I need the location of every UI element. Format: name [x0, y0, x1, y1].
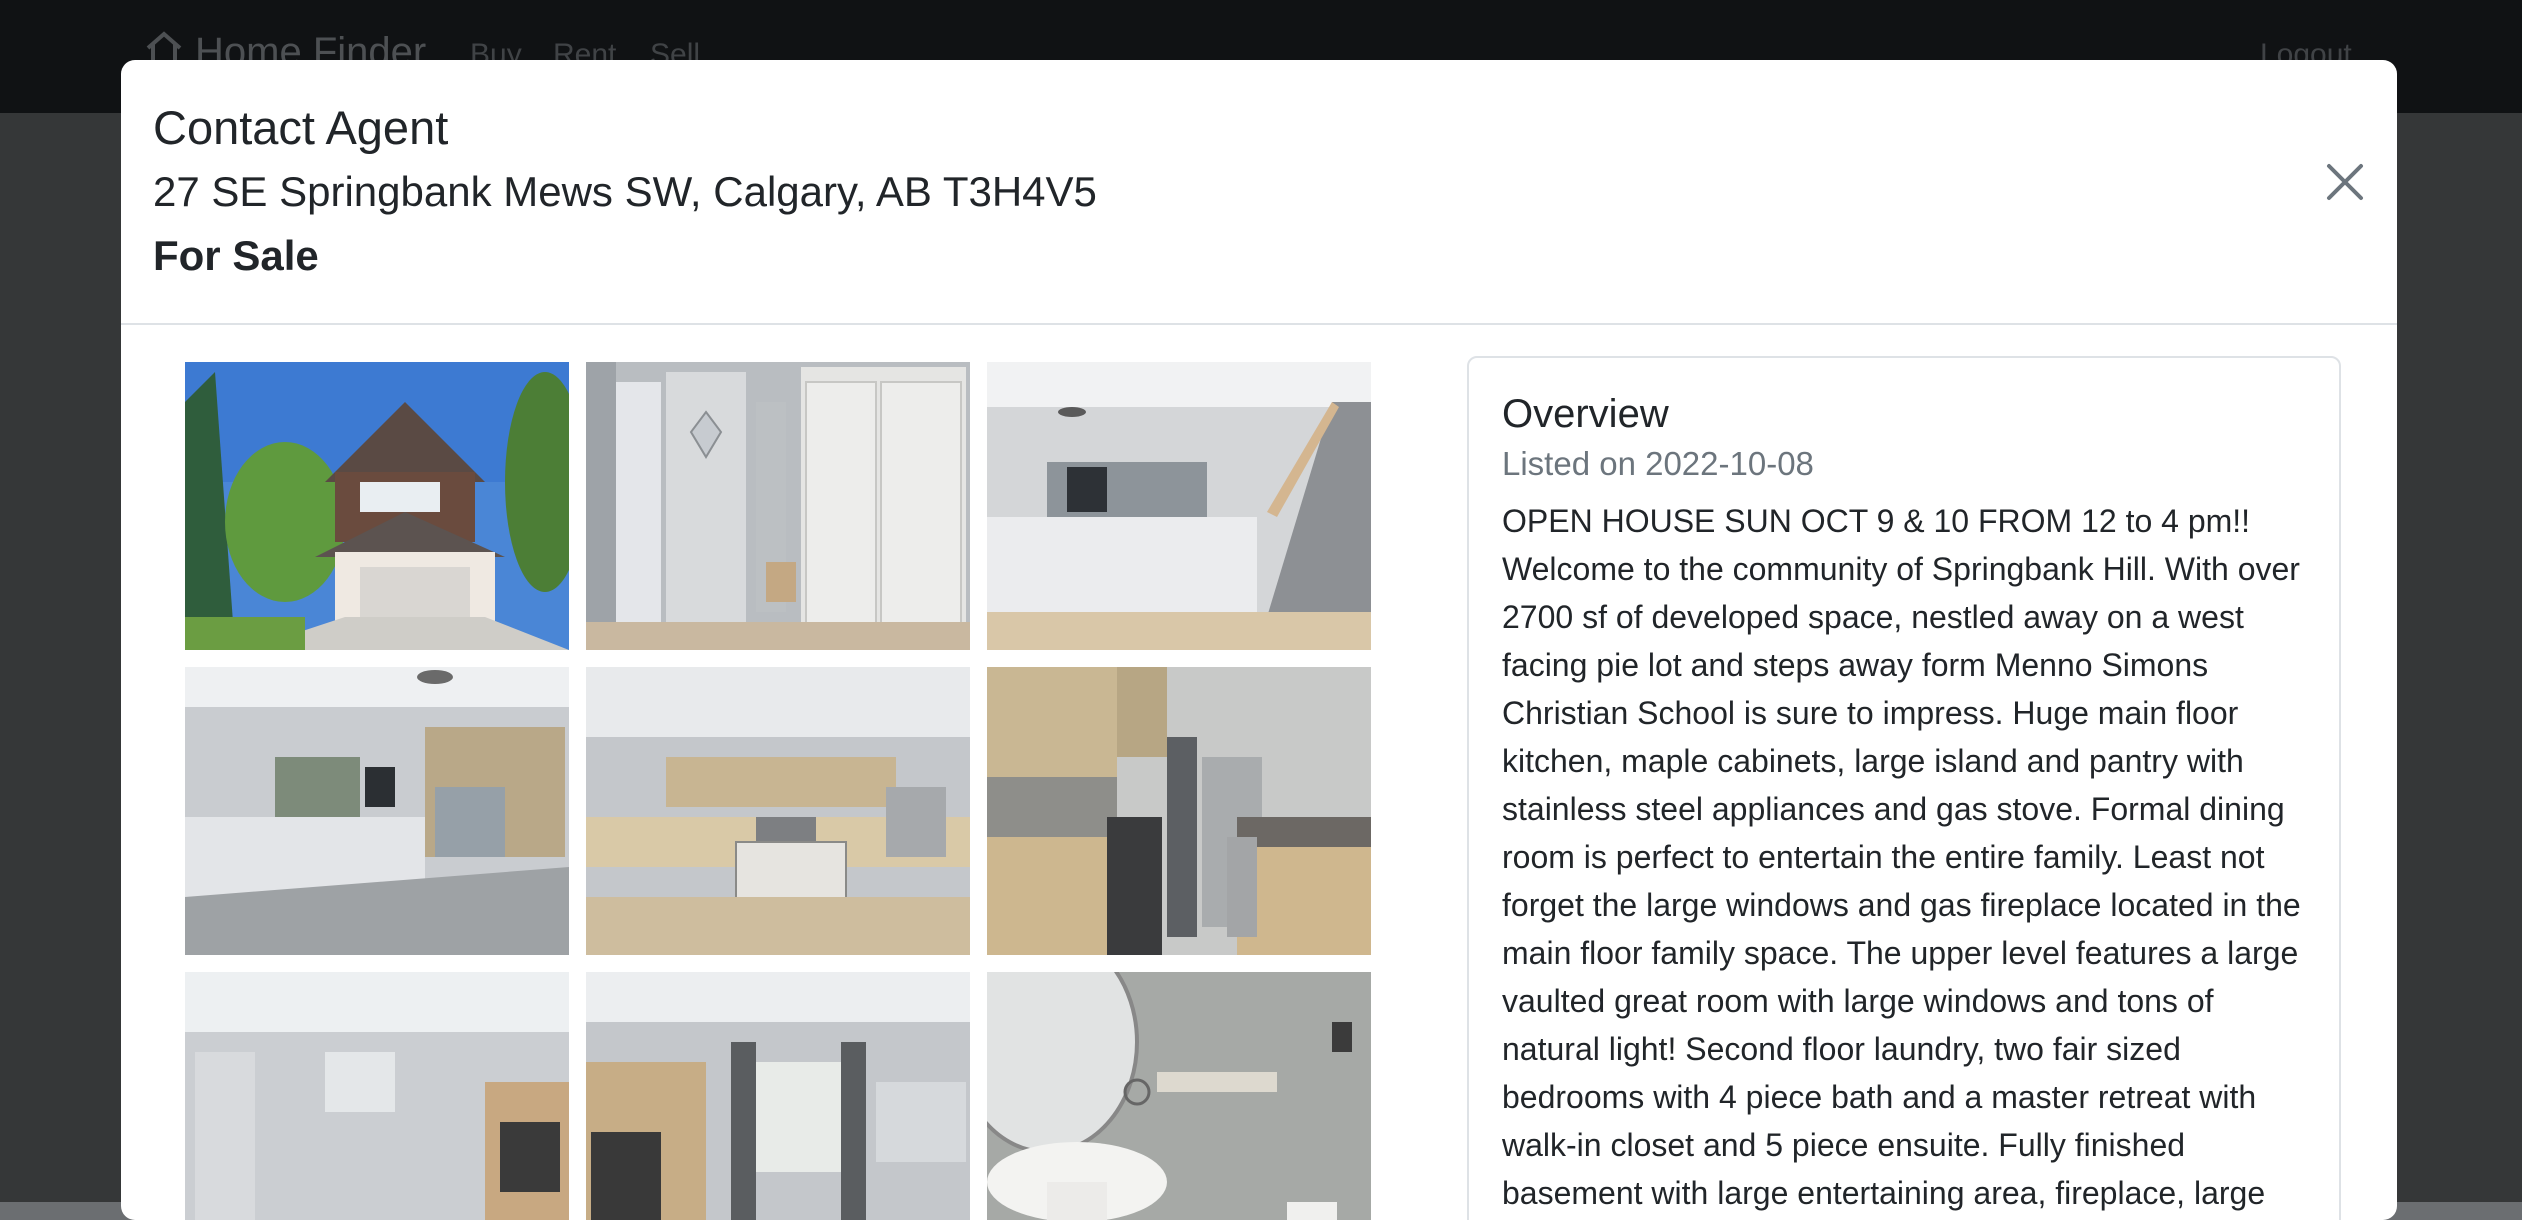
photo-entry-door-closet[interactable]	[586, 362, 970, 650]
listing-status: For Sale	[153, 232, 319, 279]
photo-kitchen-island[interactable]	[586, 667, 970, 955]
close-icon	[2327, 164, 2363, 200]
contact-agent-modal: Contact Agent 27 SE Springbank Mews SW, …	[121, 60, 2397, 1220]
photo-house-exterior[interactable]	[185, 362, 569, 650]
listing-address: 27 SE Springbank Mews SW, Calgary, AB T3…	[153, 168, 1097, 215]
overview-title: Overview	[1502, 392, 1669, 436]
photo-kitchen-appliances[interactable]	[987, 667, 1371, 955]
listed-date: Listed on 2022-10-08	[1502, 445, 1814, 482]
close-button[interactable]	[2319, 156, 2371, 208]
overview-card: Overview Listed on 2022-10-08 OPEN HOUSE…	[1467, 356, 2341, 1220]
photo-family-room-fireplace[interactable]	[185, 972, 569, 1220]
listing-description: OPEN HOUSE SUN OCT 9 & 10 FROM 12 to 4 p…	[1502, 503, 2301, 1211]
photo-fireplace-windows[interactable]	[586, 972, 970, 1220]
photo-bathroom-sink[interactable]	[987, 972, 1371, 1220]
photo-gallery	[185, 362, 1371, 1220]
photo-stairway-hall[interactable]	[987, 362, 1371, 650]
photo-living-room[interactable]	[185, 667, 569, 955]
modal-header: Contact Agent 27 SE Springbank Mews SW, …	[121, 60, 2397, 325]
modal-title: Contact Agent	[153, 101, 449, 154]
